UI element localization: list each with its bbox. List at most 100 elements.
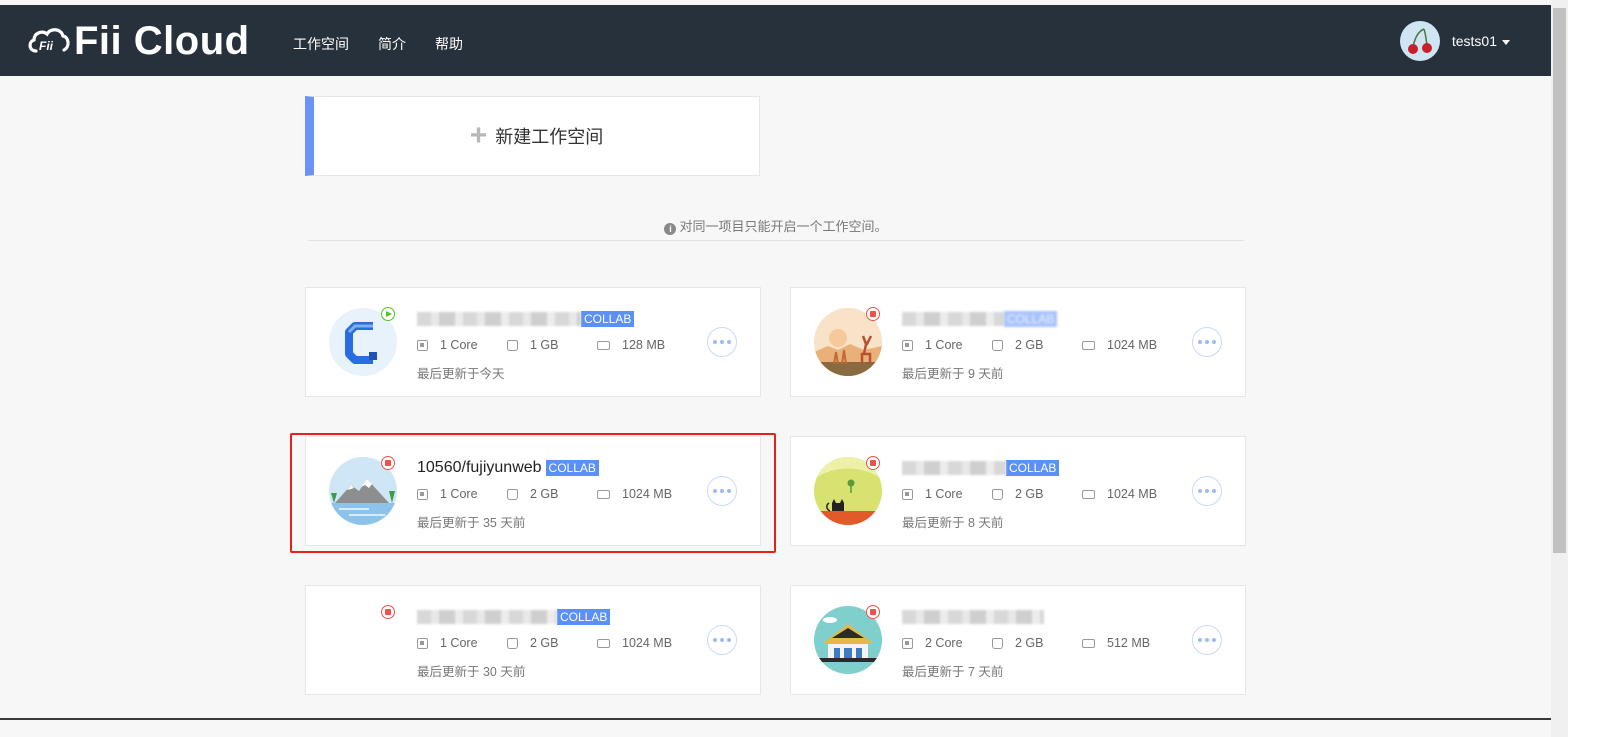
disk-value: 2 GB	[1015, 487, 1044, 501]
cpu-spec: 2 Core	[902, 636, 992, 650]
nav-intro[interactable]: 简介	[378, 34, 406, 54]
disk-value: 1 GB	[530, 338, 559, 352]
ram-spec: 1024 MB	[1082, 487, 1157, 501]
memory-icon	[1082, 638, 1095, 648]
cpu-icon	[417, 339, 428, 351]
new-workspace-label: 新建工作空间	[495, 127, 604, 147]
cpu-value: 2 Core	[925, 636, 963, 650]
stopped-status-icon	[866, 307, 880, 321]
more-options-button[interactable]	[707, 327, 737, 357]
memory-icon	[1082, 340, 1095, 350]
avatar	[1399, 21, 1440, 61]
collab-badge: COLLAB	[1006, 460, 1060, 476]
more-options-button[interactable]	[707, 625, 737, 655]
stopped-status-icon	[866, 605, 880, 619]
ram-value: 128 MB	[622, 338, 666, 352]
top-navbar: Fii Fii Cloud 工作空间 简介 帮助 tests01	[0, 5, 1568, 76]
highlight-box	[290, 433, 776, 553]
chevron-down-icon	[1502, 39, 1510, 45]
disk-icon	[507, 339, 518, 351]
disk-value: 2 GB	[530, 636, 559, 650]
last-updated: 最后更新于 30 天前	[417, 665, 526, 679]
disk-icon	[992, 339, 1003, 351]
last-updated: 最后更新于 9 天前	[902, 367, 1004, 381]
stopped-status-icon	[381, 605, 395, 619]
workspace-card[interactable]: 2 Core 2 GB 512 MB 最后更新于 7 天前	[790, 585, 1246, 695]
workspace-title-row: COLLAB	[902, 308, 1058, 330]
svg-text:Fii: Fii	[39, 39, 54, 53]
disk-icon	[992, 637, 1003, 649]
notice-text: 对同一项目只能开启一个工作空间。	[679, 219, 888, 234]
main-nav: 工作空间 简介 帮助	[293, 34, 492, 54]
memory-icon	[1082, 489, 1095, 499]
scrollbar-thumb[interactable]	[1553, 8, 1566, 553]
ram-spec: 1024 MB	[1082, 338, 1157, 352]
collab-badge: COLLAB	[1004, 311, 1058, 327]
memory-icon	[597, 340, 610, 350]
disk-icon	[992, 488, 1003, 500]
workspace-title-row: COLLAB	[902, 457, 1060, 479]
ram-value: 512 MB	[1107, 636, 1151, 650]
workspace-title-row: COLLAB	[417, 606, 611, 628]
cpu-value: 1 Core	[440, 636, 478, 650]
workspace-specs: 1 Core 2 GB 1024 MB	[902, 338, 1157, 352]
collab-badge: COLLAB	[581, 311, 635, 327]
workspace-title-row: COLLAB	[417, 308, 635, 330]
cpu-value: 1 Core	[440, 338, 478, 352]
workspace-specs: 1 Core 2 GB 1024 MB	[417, 636, 672, 650]
ram-value: 1024 MB	[622, 636, 673, 650]
running-status-icon	[381, 307, 395, 321]
window-bottom-edge	[0, 718, 1551, 720]
plus-icon: +	[469, 119, 488, 152]
redacted-title	[902, 312, 1004, 326]
memory-icon	[597, 638, 610, 648]
new-workspace-button[interactable]: + 新建工作空间	[305, 96, 760, 176]
workspace-specs: 2 Core 2 GB 512 MB	[902, 636, 1150, 650]
stopped-status-icon	[866, 456, 880, 470]
disk-spec: 2 GB	[992, 338, 1082, 352]
redacted-title	[902, 461, 1006, 475]
disk-spec: 2 GB	[507, 636, 597, 650]
ram-spec: 1024 MB	[597, 636, 672, 650]
disk-spec: 2 GB	[992, 487, 1082, 501]
disk-icon	[507, 637, 518, 649]
more-options-button[interactable]	[1192, 476, 1222, 506]
cpu-icon	[902, 339, 913, 351]
cpu-value: 1 Core	[925, 487, 963, 501]
cloud-logo-icon: Fii	[28, 28, 70, 53]
cpu-spec: 1 Core	[417, 338, 507, 352]
redacted-title	[417, 312, 581, 326]
cpu-spec: 1 Core	[902, 487, 992, 501]
nav-workspaces[interactable]: 工作空间	[293, 34, 349, 54]
redacted-title	[902, 610, 1044, 624]
cpu-value: 1 Core	[925, 338, 963, 352]
workspace-card[interactable]: COLLAB 1 Core 2 GB 1024 MB 最后更新于 30 天前	[305, 585, 761, 695]
cpu-icon	[902, 488, 913, 500]
divider	[308, 240, 1244, 241]
ram-spec: 128 MB	[597, 338, 665, 352]
workspace-card[interactable]: COLLAB 1 Core 2 GB 1024 MB 最后更新于 8 天前	[790, 436, 1246, 546]
disk-spec: 1 GB	[507, 338, 597, 352]
workspace-card[interactable]: COLLAB 1 Core 1 GB 128 MB 最后更新于今天	[305, 287, 761, 397]
user-name: tests01	[1451, 33, 1497, 49]
more-options-button[interactable]	[1192, 327, 1222, 357]
disk-value: 2 GB	[1015, 338, 1044, 352]
disk-spec: 2 GB	[992, 636, 1082, 650]
workspace-specs: 1 Core 1 GB 128 MB	[417, 338, 665, 352]
user-menu[interactable]: tests01	[1399, 21, 1510, 61]
vertical-scrollbar[interactable]	[1551, 0, 1568, 737]
collab-badge: COLLAB	[557, 609, 611, 625]
last-updated: 最后更新于 8 天前	[902, 516, 1004, 530]
disk-value: 2 GB	[1015, 636, 1044, 650]
app-logo[interactable]: Fii Fii Cloud	[26, 21, 250, 61]
workspace-card[interactable]: COLLAB 1 Core 2 GB 1024 MB 最后更新于 9 天前	[790, 287, 1246, 397]
workspace-specs: 1 Core 2 GB 1024 MB	[902, 487, 1157, 501]
ram-spec: 512 MB	[1082, 636, 1150, 650]
cpu-icon	[417, 637, 428, 649]
cherry-icon	[1407, 28, 1432, 54]
more-options-button[interactable]	[1192, 625, 1222, 655]
nav-help[interactable]: 帮助	[435, 34, 463, 54]
last-updated: 最后更新于 7 天前	[902, 665, 1004, 679]
workspace-title-row	[902, 606, 1044, 628]
cpu-icon	[902, 637, 913, 649]
